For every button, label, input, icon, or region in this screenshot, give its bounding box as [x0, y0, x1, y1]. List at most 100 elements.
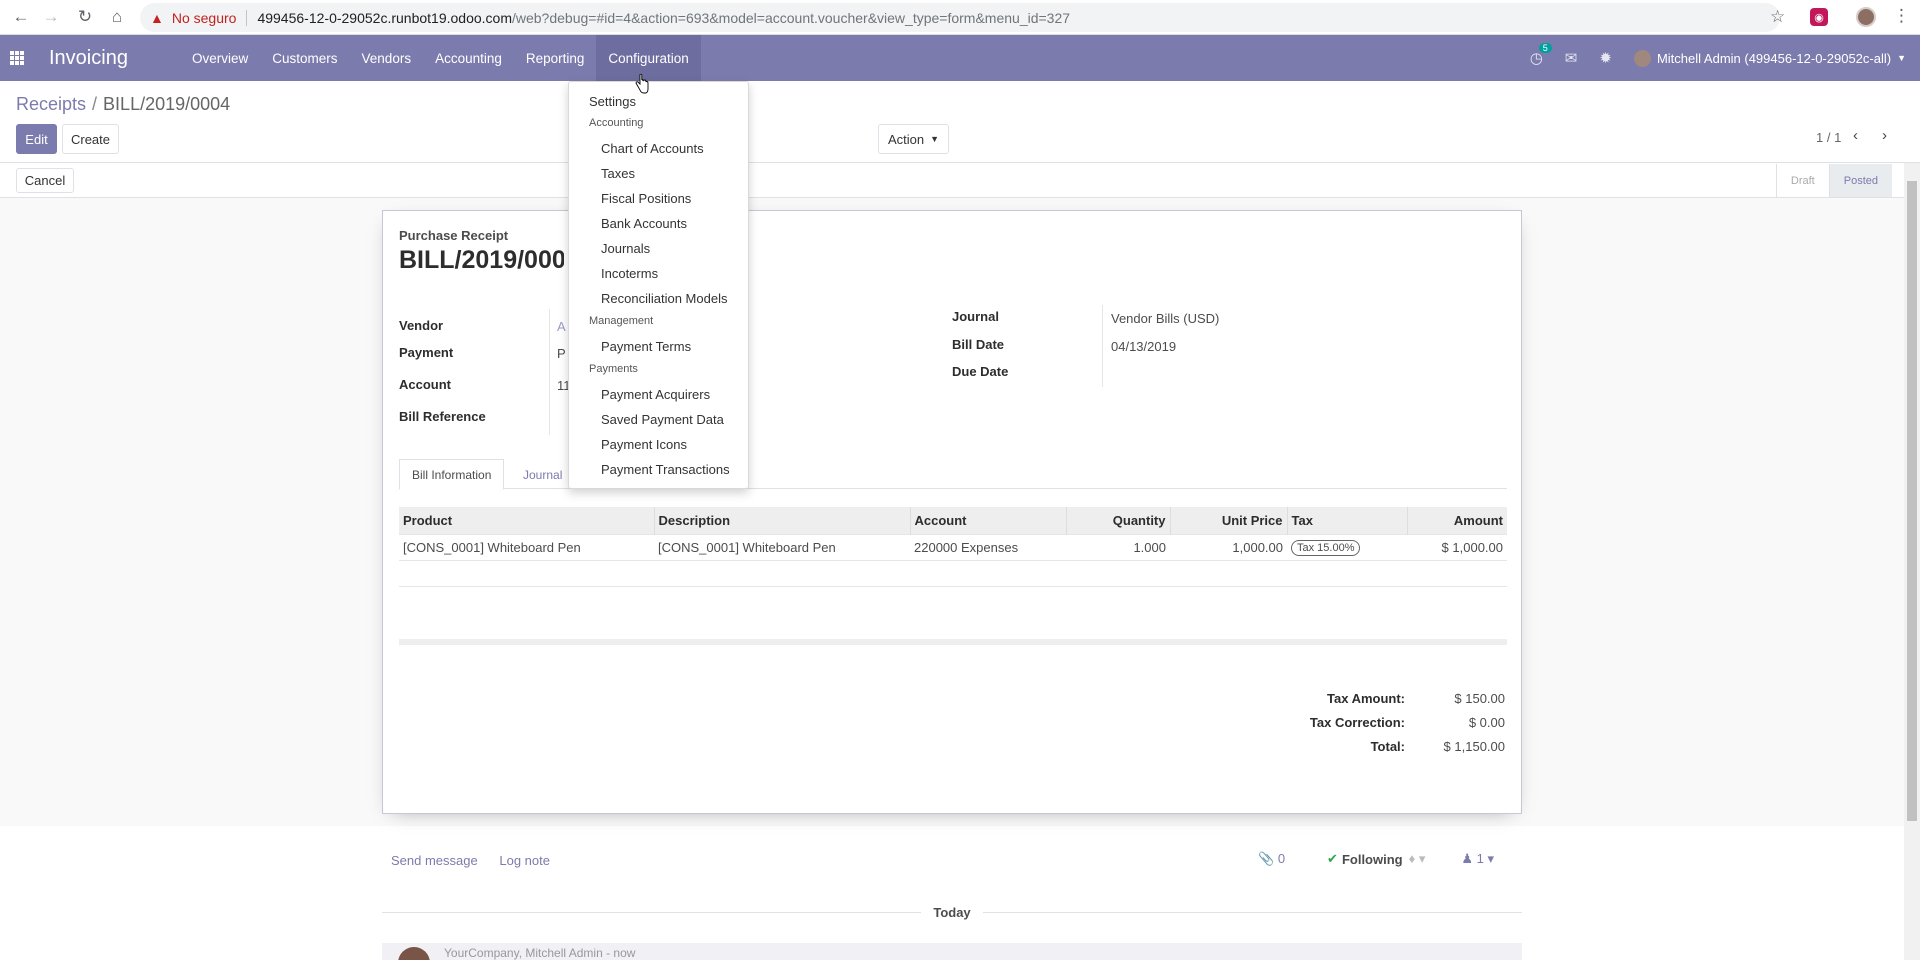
- dd-payment-acquirers[interactable]: Payment Acquirers: [569, 382, 748, 407]
- check-icon: ✔: [1327, 851, 1338, 866]
- total-row: Total: $ 1,150.00: [1265, 734, 1505, 758]
- user-menu[interactable]: Mitchell Admin (499456-12-0-29052c-all): [1657, 51, 1891, 66]
- vendor-value[interactable]: A: [557, 319, 566, 334]
- dd-bank-accounts[interactable]: Bank Accounts: [569, 211, 748, 236]
- action-label: Action: [887, 131, 925, 147]
- apps-grid-icon[interactable]: [10, 51, 24, 65]
- table-header-row: Product Description Account Quantity Uni…: [399, 507, 1507, 534]
- col-unit-price[interactable]: Unit Price: [1170, 507, 1288, 534]
- dd-journals[interactable]: Journals: [569, 236, 748, 261]
- col-amount[interactable]: Amount: [1407, 507, 1507, 534]
- user-avatar[interactable]: [1633, 49, 1651, 67]
- activity-clock-icon[interactable]: ◷ 5: [1530, 43, 1552, 67]
- stage-posted[interactable]: Posted: [1828, 164, 1892, 197]
- line-quantity: 1.000: [1066, 533, 1170, 560]
- dd-header-accounting: Accounting: [589, 117, 644, 129]
- page-scrollbar[interactable]: [1904, 163, 1920, 960]
- address-bar[interactable]: ▲ No seguro 499456-12-0-29052c.runbot19.…: [140, 3, 1780, 32]
- cancel-button[interactable]: Cancel: [16, 168, 74, 193]
- payment-value[interactable]: P: [557, 346, 566, 361]
- dd-fiscal-positions[interactable]: Fiscal Positions: [569, 186, 748, 211]
- following-button[interactable]: Following: [1342, 852, 1403, 867]
- menu-customers[interactable]: Customers: [260, 35, 349, 81]
- attachments-button[interactable]: 📎 0: [1258, 851, 1285, 867]
- user-caret-icon[interactable]: ▼: [1897, 53, 1906, 63]
- line-tax: Tax 15.00%: [1287, 533, 1407, 560]
- col-account[interactable]: Account: [910, 507, 1067, 534]
- col-product[interactable]: Product: [399, 507, 655, 534]
- debug-bug-icon[interactable]: ✹: [1599, 49, 1612, 67]
- col-description[interactable]: Description: [654, 507, 911, 534]
- col-quantity[interactable]: Quantity: [1066, 507, 1171, 534]
- attachments-count: 0: [1277, 851, 1286, 866]
- stage-draft[interactable]: Draft: [1775, 164, 1829, 197]
- back-icon[interactable]: ←: [6, 2, 36, 32]
- bell-icon[interactable]: ♦ ▾: [1409, 851, 1426, 867]
- reload-icon[interactable]: ↻: [70, 2, 100, 32]
- send-message-button[interactable]: Send message: [391, 853, 478, 868]
- create-button[interactable]: Create: [62, 124, 119, 154]
- profile-avatar[interactable]: [1856, 7, 1876, 27]
- home-icon[interactable]: ⌂: [102, 2, 132, 32]
- line-amount: $ 1,000.00: [1407, 533, 1507, 560]
- menu-vendors[interactable]: Vendors: [350, 35, 424, 81]
- browser-toolbar: ← → ↻ ⌂ ▲ No seguro 499456-12-0-29052c.r…: [0, 0, 1920, 35]
- dd-payment-terms[interactable]: Payment Terms: [569, 334, 748, 359]
- menu-overview[interactable]: Overview: [180, 35, 260, 81]
- messaging-icon[interactable]: ✉: [1565, 49, 1578, 67]
- message-avatar[interactable]: [398, 947, 430, 960]
- tax-correction-label: Tax Correction:: [1309, 714, 1405, 730]
- edit-button[interactable]: Edit: [16, 124, 57, 154]
- breadcrumb-separator: /: [92, 94, 98, 114]
- tab-journal-items[interactable]: Journal: [511, 459, 574, 490]
- dd-payment-transactions[interactable]: Payment Transactions: [569, 457, 748, 482]
- tab-bill-information[interactable]: Bill Information: [399, 459, 505, 490]
- bill-date-label: Bill Date: [952, 337, 1005, 352]
- url-text[interactable]: 499456-12-0-29052c.runbot19.odoo.com/web…: [257, 10, 1070, 26]
- configuration-dropdown: Settings Accounting Chart of Accounts Ta…: [568, 81, 749, 489]
- forward-icon[interactable]: →: [36, 2, 66, 32]
- pager-previous-icon[interactable]: ‹: [1853, 127, 1858, 144]
- menu-accounting[interactable]: Accounting: [423, 35, 514, 81]
- log-note-button[interactable]: Log note: [499, 853, 550, 868]
- left-group-divider: [549, 309, 550, 435]
- message-author[interactable]: YourCompany, Mitchell Admin - now: [444, 946, 635, 960]
- action-dropdown-button[interactable]: Action ▼: [878, 124, 949, 154]
- pager-value[interactable]: 1 / 1: [1816, 130, 1841, 145]
- tax-amount-value: $ 150.00: [1454, 690, 1505, 706]
- dd-payment-icons[interactable]: Payment Icons: [569, 432, 748, 457]
- menu-reporting[interactable]: Reporting: [514, 35, 597, 81]
- bill-lines-table: Product Description Account Quantity Uni…: [399, 507, 1507, 612]
- bill-date-value[interactable]: 04/13/2019: [1111, 339, 1176, 354]
- total-value: $ 1,150.00: [1443, 738, 1505, 754]
- col-tax[interactable]: Tax: [1287, 507, 1408, 534]
- dd-reconciliation-models[interactable]: Reconciliation Models: [569, 286, 748, 311]
- dd-chart-of-accounts[interactable]: Chart of Accounts: [569, 136, 748, 161]
- tax-correction-value: $ 0.00: [1468, 714, 1505, 730]
- url-host: 499456-12-0-29052c.runbot19.odoo.com: [257, 9, 512, 26]
- dd-taxes[interactable]: Taxes: [569, 161, 748, 186]
- followers-button[interactable]: ♟ 1 ▾: [1461, 851, 1494, 867]
- message-author-name: YourCompany, Mitchell Admin: [444, 946, 603, 960]
- table-row[interactable]: [CONS_0001] Whiteboard Pen [CONS_0001] W…: [399, 533, 1507, 560]
- dd-incoterms[interactable]: Incoterms: [569, 261, 748, 286]
- journal-value[interactable]: Vendor Bills (USD): [1111, 311, 1219, 326]
- dd-settings[interactable]: Settings: [569, 89, 748, 114]
- browser-menu-icon[interactable]: ⋮: [1893, 6, 1910, 26]
- insecure-label[interactable]: No seguro: [172, 10, 237, 26]
- scrollbar-thumb[interactable]: [1907, 181, 1917, 821]
- pager-next-icon[interactable]: ›: [1882, 127, 1887, 144]
- extension-icon[interactable]: ◉: [1810, 8, 1828, 26]
- form-statusbar: Cancel Draft Posted: [0, 164, 1920, 198]
- payment-label: Payment: [399, 345, 454, 360]
- notebook-tabs: Bill Information Journal: [399, 459, 1507, 490]
- top-menu: Overview Customers Vendors Accounting Re…: [180, 35, 701, 81]
- hand-cursor-icon: [635, 74, 649, 94]
- separator-line: [982, 911, 1523, 913]
- dd-saved-payment-data[interactable]: Saved Payment Data: [569, 407, 748, 432]
- line-product: [CONS_0001] Whiteboard Pen: [399, 533, 654, 560]
- breadcrumb-receipts[interactable]: Receipts: [16, 94, 86, 114]
- followers-count: 1: [1476, 851, 1484, 866]
- app-brand[interactable]: Invoicing: [49, 47, 128, 70]
- bookmark-star-icon[interactable]: ☆: [1770, 7, 1785, 27]
